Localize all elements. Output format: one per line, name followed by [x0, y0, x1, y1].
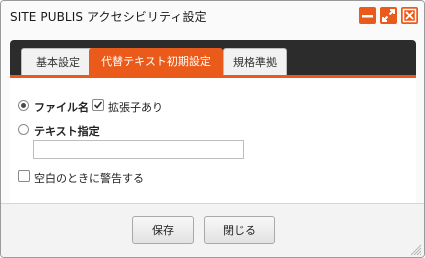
title-bar[interactable]: SITE PUBLIS アクセシビリティ設定: [1, 1, 424, 31]
close-icon: [402, 8, 417, 23]
minimize-button[interactable]: [359, 7, 376, 24]
warn-empty-checkbox[interactable]: [18, 170, 30, 182]
window-title: SITE PUBLIS アクセシビリティ設定: [10, 10, 207, 24]
maximize-icon: [382, 9, 395, 22]
tab-standards-compliance[interactable]: 規格準拠: [223, 48, 287, 75]
filename-radio-label: ファイル名: [34, 101, 89, 114]
warn-empty-checkbox-label: 空白のときに警告する: [34, 172, 144, 185]
extension-checkbox[interactable]: [92, 99, 104, 111]
checkmark-icon: [93, 101, 103, 109]
tab-basic-settings[interactable]: 基本設定: [21, 48, 95, 75]
close-window-button[interactable]: [401, 7, 418, 24]
accessibility-settings-dialog: SITE PUBLIS アクセシビリティ設定 基本設定 代替テキスト初期設定 規…: [0, 0, 425, 258]
maximize-button[interactable]: [380, 7, 397, 24]
close-button[interactable]: 閉じる: [204, 216, 275, 244]
filename-radio[interactable]: [18, 100, 29, 111]
tab-alt-text-defaults[interactable]: 代替テキスト初期設定: [89, 48, 223, 75]
tab-panel: ファイル名 拡張子あり テキスト指定 空白のときに警告する: [10, 78, 416, 203]
text-specify-radio-label: テキスト指定: [34, 125, 100, 138]
minimize-icon: [362, 15, 373, 18]
alt-text-input[interactable]: [33, 140, 244, 159]
tab-bar: 基本設定 代替テキスト初期設定 規格準拠: [10, 40, 416, 78]
save-button[interactable]: 保存: [132, 216, 194, 244]
extension-checkbox-label: 拡張子あり: [108, 101, 163, 114]
text-specify-radio[interactable]: [18, 124, 29, 135]
resize-grip-icon[interactable]: [408, 242, 422, 256]
dialog-footer: 保存 閉じる: [1, 203, 424, 257]
